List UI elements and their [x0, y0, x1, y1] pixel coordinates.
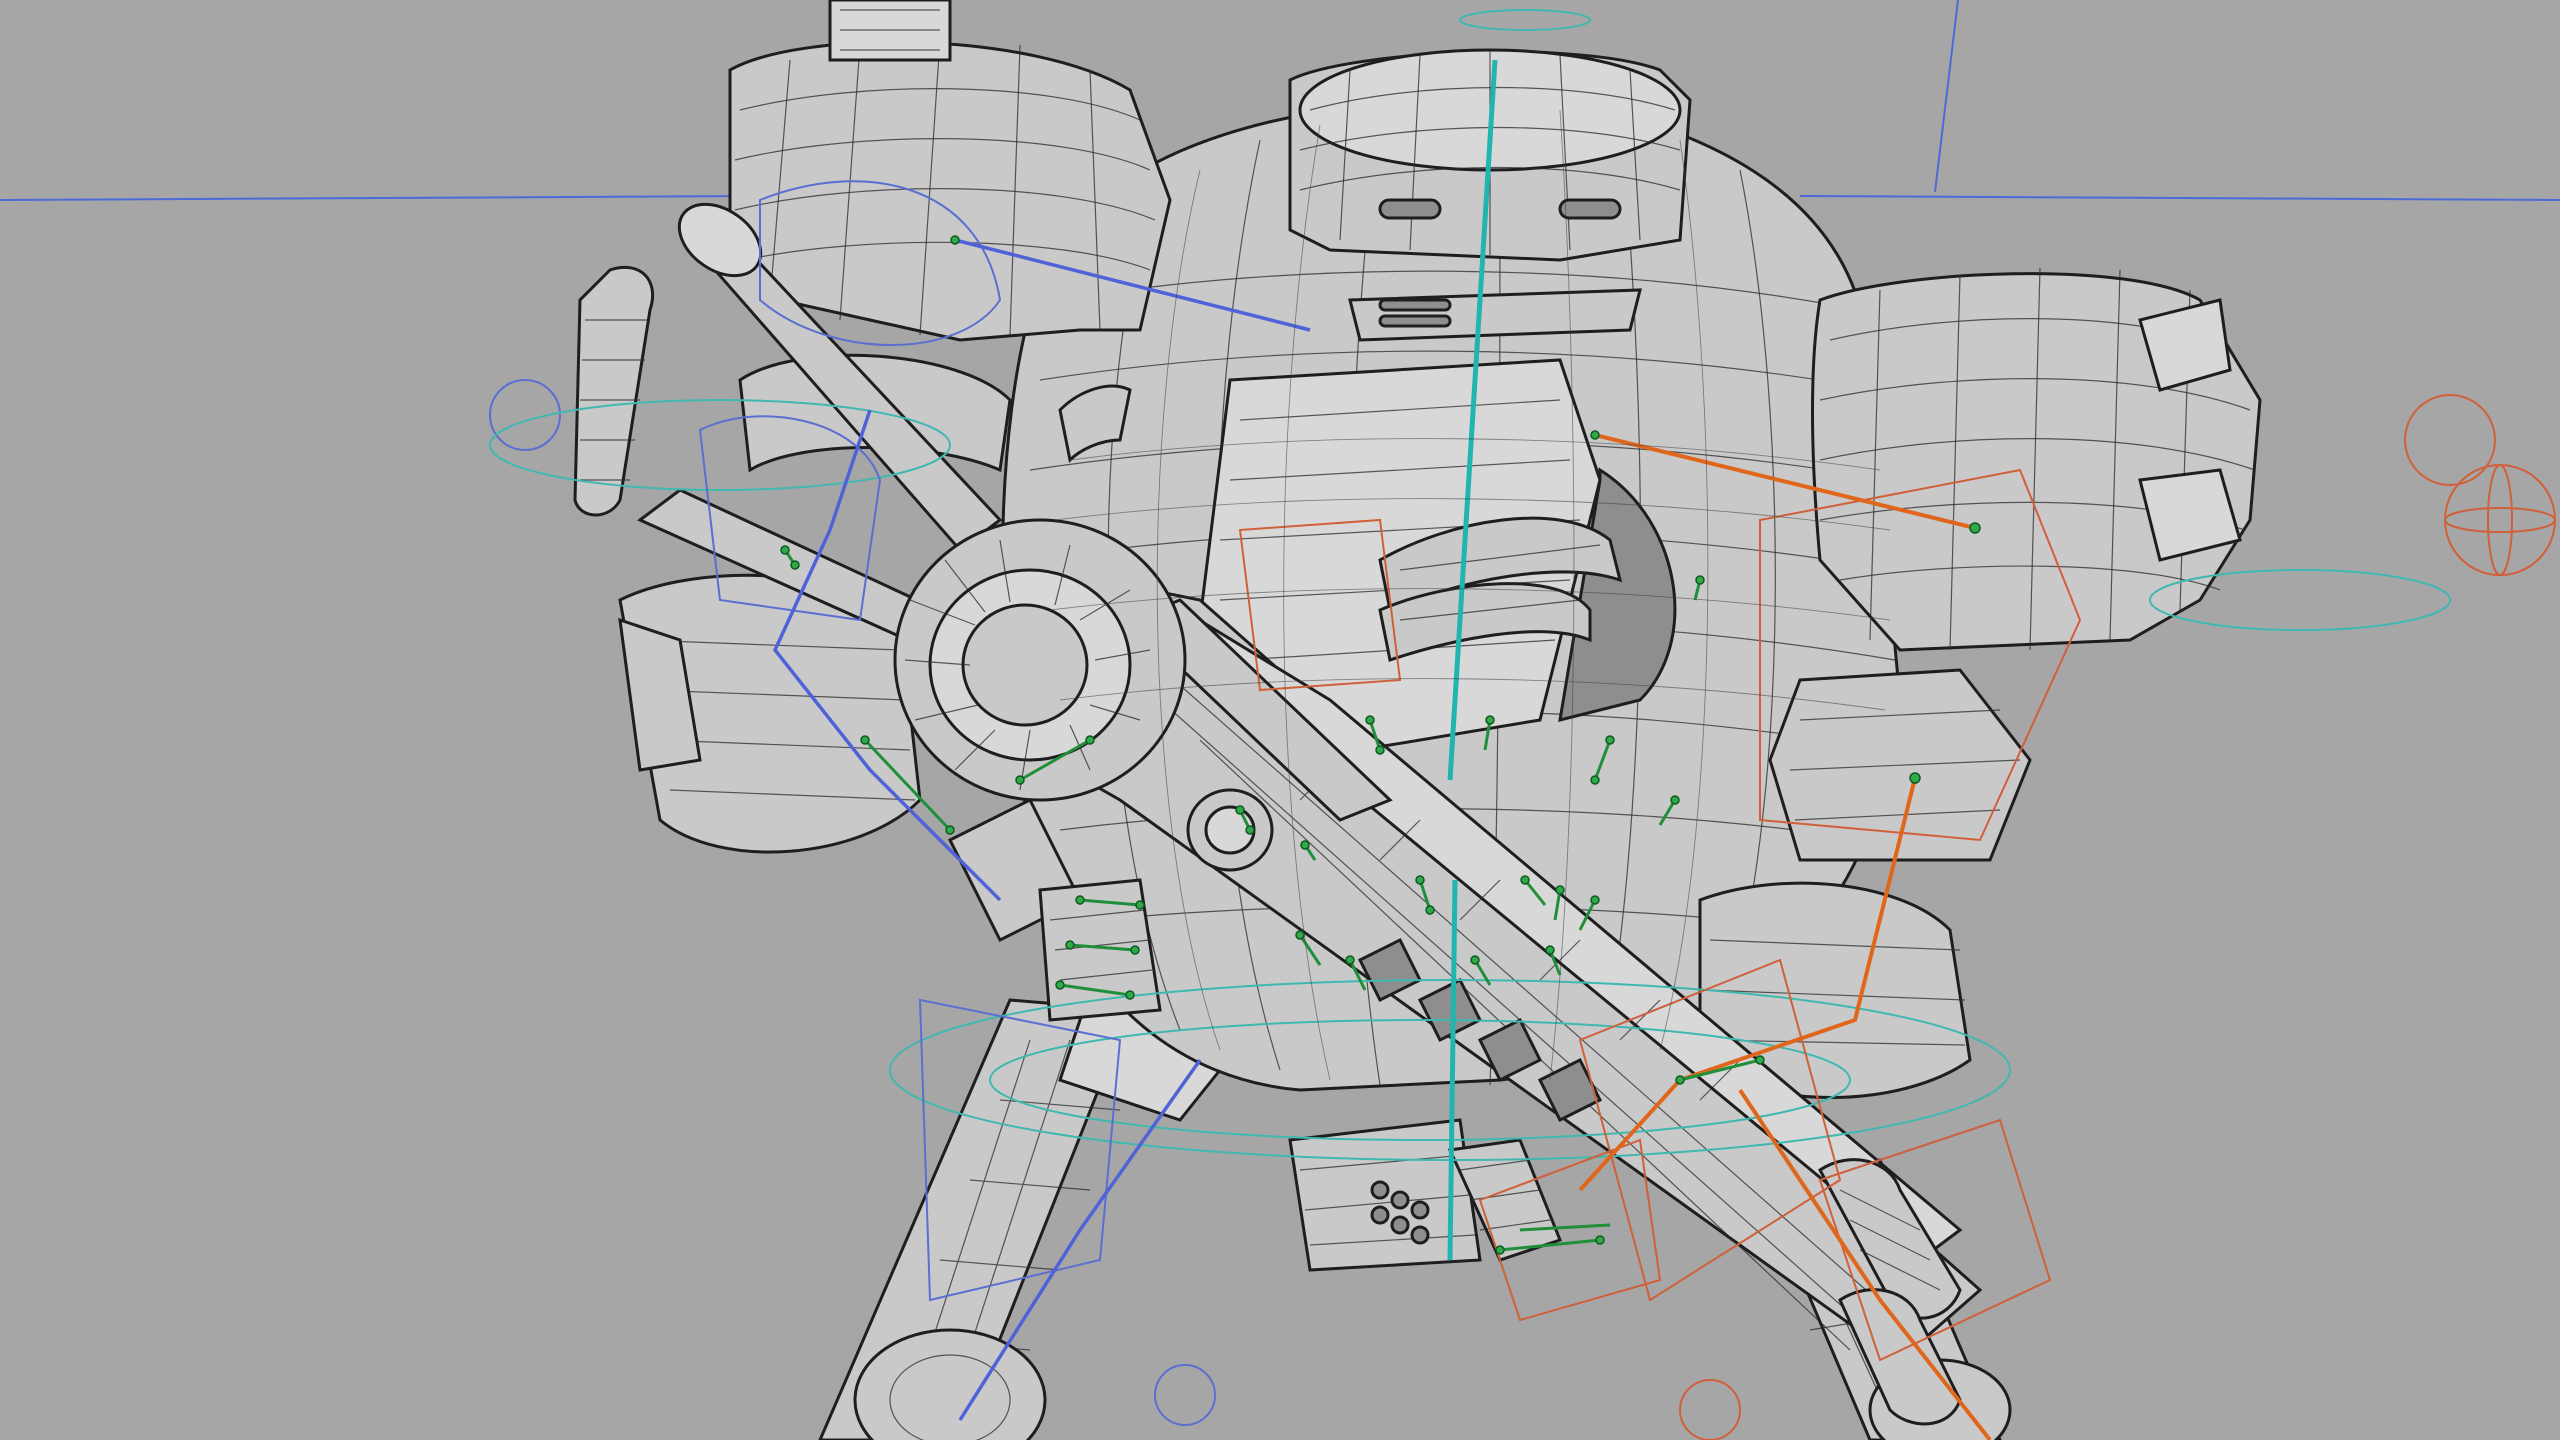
wireframe-scene[interactable]	[0, 0, 2560, 1440]
3d-viewport[interactable]: wireframe-on-shaded	[0, 0, 2560, 1440]
grid-line-horizontal-right	[1799, 195, 2560, 201]
grid-line-horizontal-left	[0, 195, 761, 201]
right-hand-control[interactable]	[2404, 394, 2496, 486]
grid-line-vertical	[1934, 0, 1959, 193]
right-foot-control[interactable]	[1679, 1379, 1741, 1440]
head-ring[interactable]	[1459, 9, 1591, 31]
left-foot-control[interactable]	[1154, 1364, 1216, 1426]
right-hand-control-alt[interactable]	[2444, 464, 2556, 576]
